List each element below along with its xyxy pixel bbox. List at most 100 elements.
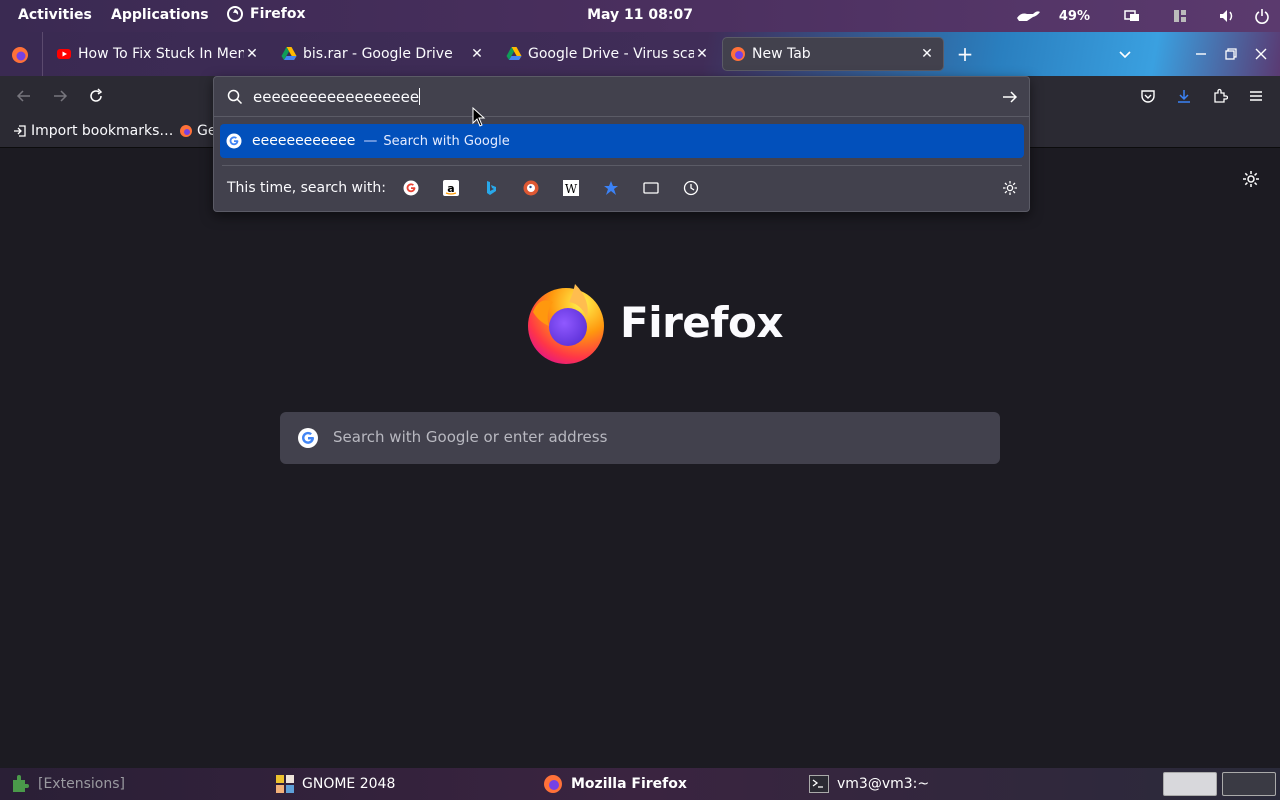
tab-new-tab[interactable]: New Tab ✕ <box>723 38 943 70</box>
engine-amazon-button[interactable]: a <box>442 179 460 197</box>
workspace-2[interactable] <box>1222 772 1276 796</box>
search-settings-button[interactable] <box>1001 179 1019 197</box>
engine-google-button[interactable] <box>402 179 420 197</box>
back-button[interactable] <box>12 84 36 108</box>
tab-google-drive-bis[interactable]: bis.rar - Google Drive ✕ <box>275 38 489 70</box>
engine-bookmarks-button[interactable] <box>602 179 620 197</box>
gear-icon <box>1243 171 1259 187</box>
go-button[interactable] <box>1002 89 1018 109</box>
taskbar-firefox[interactable]: Mozilla Firefox <box>543 768 687 800</box>
taskbar-terminal[interactable]: vm3@vm3:~ <box>809 768 929 800</box>
tab-google-drive-virus[interactable]: Google Drive - Virus scan ✕ <box>500 38 714 70</box>
firefox-view-button[interactable] <box>11 46 29 68</box>
reload-button[interactable] <box>84 84 108 108</box>
new-tab-button[interactable]: + <box>955 44 975 64</box>
downloads-button[interactable] <box>1172 84 1196 108</box>
firefox-view-icon <box>12 47 28 63</box>
pocket-button[interactable] <box>1136 84 1160 108</box>
battery-percent[interactable]: 49% <box>1059 9 1090 24</box>
tab-separator <box>42 32 43 76</box>
firefox-wordmark: Firefox <box>620 298 784 347</box>
taskbar-label: GNOME 2048 <box>302 776 396 792</box>
arrow-right-icon <box>1003 91 1018 103</box>
workspace-layout-icon[interactable] <box>1172 8 1188 24</box>
engine-tabs-button[interactable] <box>642 179 660 197</box>
divider <box>222 165 1022 166</box>
engine-bing-button[interactable] <box>482 179 500 197</box>
close-tab-icon[interactable]: ✕ <box>919 46 935 62</box>
urlbar-input[interactable]: eeeeeeeeeeeeeeeeee <box>214 77 1029 117</box>
import-bookmarks-item[interactable]: Import bookmarks… <box>13 123 173 139</box>
taskbar-gnome2048[interactable]: GNOME 2048 <box>276 768 395 800</box>
firefox-icon <box>544 775 562 793</box>
system-tray[interactable]: 49% <box>1015 0 1270 32</box>
close-tab-icon[interactable]: ✕ <box>694 46 710 62</box>
terminal-icon <box>809 775 829 793</box>
urlbar-text: eeeeeeeeeeeeeeeeee <box>253 88 421 106</box>
applications-menu[interactable]: Applications <box>111 7 209 23</box>
google-drive-icon <box>281 47 297 60</box>
customize-button[interactable] <box>1242 170 1260 192</box>
bookmark-label: Import bookmarks… <box>31 123 174 139</box>
hamburger-icon <box>1250 91 1262 101</box>
google-icon <box>298 428 318 448</box>
activities-button[interactable]: Activities <box>18 7 92 23</box>
extensions-button[interactable] <box>1208 84 1232 108</box>
close-tab-icon[interactable]: ✕ <box>469 46 485 62</box>
download-icon <box>1178 90 1190 103</box>
engine-wikipedia-button[interactable]: W <box>562 179 580 197</box>
engine-history-button[interactable] <box>682 179 700 197</box>
tab-title: New Tab <box>752 46 811 62</box>
close-tab-icon[interactable]: ✕ <box>244 46 260 62</box>
firefox-icon <box>180 125 192 137</box>
urlbar-dropdown: eeeeeeeeeeeeeeeeee eeeeeeeeeeee — Search… <box>213 76 1030 212</box>
tab-title: bis.rar - Google Drive <box>303 46 453 62</box>
typed-text: eeeeeeeeeeeeeeeeee <box>253 88 420 106</box>
newtab-search-box[interactable]: Search with Google or enter address <box>280 412 1000 464</box>
engine-duckduckgo-button[interactable] <box>522 179 540 197</box>
arrow-left-icon <box>16 90 30 102</box>
google-icon <box>226 133 242 149</box>
bookmarks-icon <box>604 181 618 195</box>
google-drive-icon <box>506 47 522 60</box>
list-all-tabs-button[interactable] <box>1117 46 1133 66</box>
active-app-menu[interactable]: Firefox <box>227 6 306 22</box>
volume-icon[interactable] <box>1218 8 1236 24</box>
tab-youtube[interactable]: How To Fix Stuck In Menu ✕ <box>50 38 264 70</box>
taskbar-extensions[interactable]: [Extensions] <box>10 768 125 800</box>
power-icon[interactable] <box>1254 8 1270 24</box>
gear-icon <box>1003 181 1017 195</box>
restore-button[interactable] <box>1223 46 1239 66</box>
display-icon[interactable] <box>1124 8 1140 24</box>
import-icon <box>14 125 26 137</box>
chevron-down-icon <box>1119 51 1131 59</box>
getting-started-bookmark[interactable]: Ge <box>179 123 216 139</box>
text-caret <box>419 88 421 105</box>
arrow-right-icon <box>54 90 68 102</box>
search-suggestion-row[interactable]: eeeeeeeeeeee — Search with Google <box>220 124 1024 158</box>
firefox-logo-icon <box>528 284 604 364</box>
close-window-button[interactable] <box>1253 46 1269 66</box>
bing-icon <box>487 181 496 195</box>
puzzle-icon <box>1214 88 1228 103</box>
forward-button[interactable] <box>48 84 72 108</box>
game-2048-icon <box>276 775 294 793</box>
tab-strip: How To Fix Stuck In Menu ✕ bis.rar - Goo… <box>0 32 1280 76</box>
minimize-button[interactable] <box>1193 46 1209 66</box>
google-icon <box>403 180 419 196</box>
squirrel-icon[interactable] <box>1015 8 1041 24</box>
duckduckgo-icon <box>523 180 539 196</box>
bottom-taskbar: [Extensions] GNOME 2048 Mozilla Firefox … <box>0 768 1280 800</box>
suggestion-action: Search with Google <box>383 133 510 149</box>
one-off-label: This time, search with: <box>227 180 386 196</box>
suggestion-dash: — <box>363 133 378 149</box>
taskbar-label: Mozilla Firefox <box>571 776 687 792</box>
workspace-1[interactable] <box>1163 772 1217 796</box>
youtube-icon <box>57 49 71 59</box>
search-icon <box>227 89 243 105</box>
gnome-top-bar: May 11 08:07 Activities Applications Fir… <box>0 0 1280 32</box>
suggestion-query: eeeeeeeeeeee <box>252 133 356 149</box>
tabs-icon <box>643 182 659 194</box>
app-menu-button[interactable] <box>1244 84 1268 108</box>
firefox-icon <box>731 47 745 61</box>
